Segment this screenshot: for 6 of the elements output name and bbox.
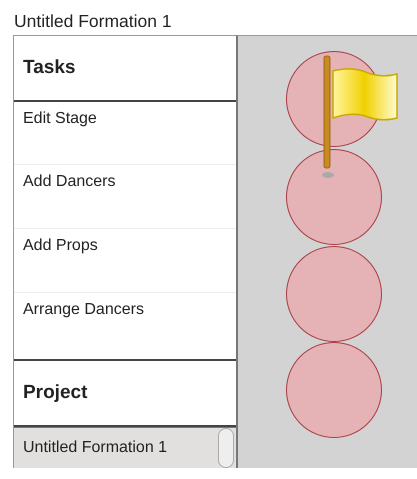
scrollbar[interactable] [218,428,234,468]
dancers-with-flag-drawing[interactable] [286,51,398,438]
project-item[interactable]: Untitled Formation 1 [14,426,236,468]
task-item[interactable]: Arrange Dancers [14,292,236,362]
window-title: Untitled Formation 1 [13,10,173,33]
task-item[interactable]: Edit Stage [14,102,236,166]
